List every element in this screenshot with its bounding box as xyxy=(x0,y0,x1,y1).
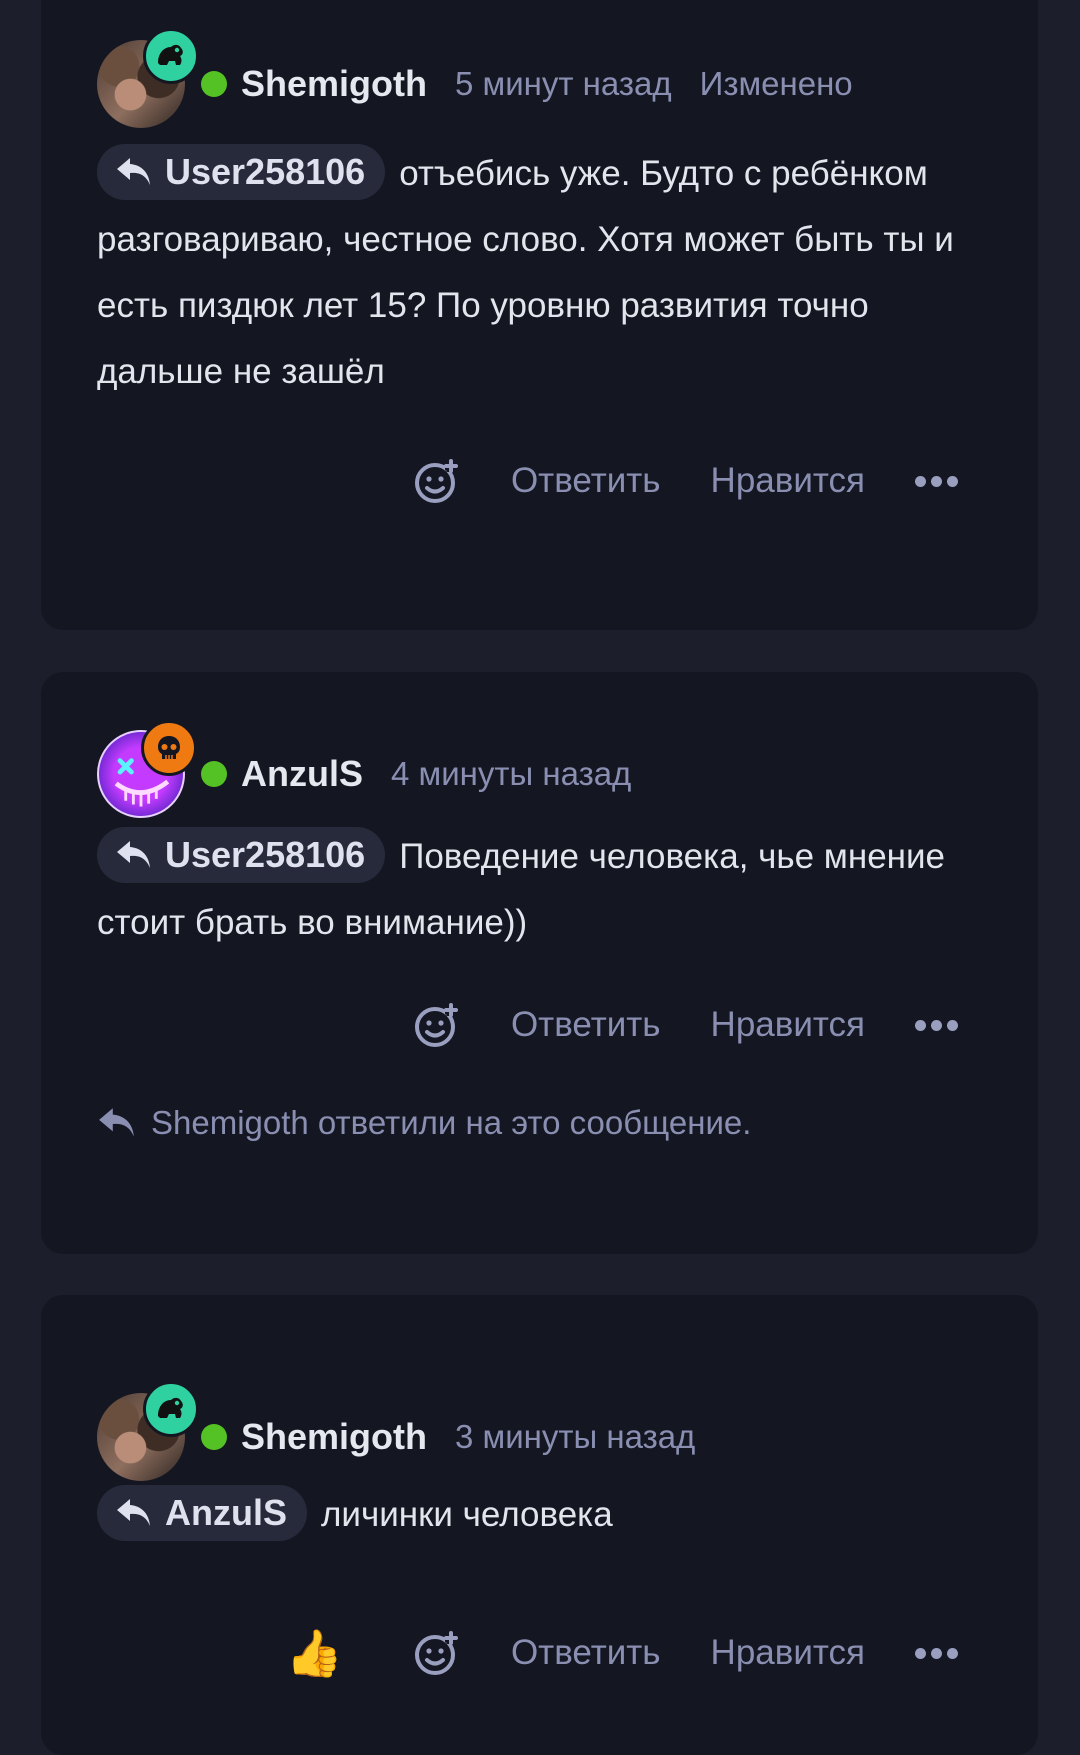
frog-badge-icon xyxy=(143,28,199,84)
comment-card: Shemigoth 5 минут назад Изменено User258… xyxy=(41,0,1038,630)
more-dots-icon[interactable] xyxy=(915,475,958,487)
comment-actions: 👍 Ответить Нравится xyxy=(286,1623,958,1683)
edited-label: Изменено xyxy=(699,65,853,102)
replied-note[interactable]: Shemigoth ответили на это сообщение. xyxy=(97,1104,751,1142)
comment-header: Shemigoth 5 минут назад Изменено xyxy=(97,28,853,129)
comment-header: AnzulS 4 минуты назад xyxy=(97,720,632,819)
comment-header: Shemigoth 3 минуты назад xyxy=(97,1381,696,1482)
like-button[interactable]: Нравится xyxy=(711,1005,865,1045)
skull-badge-icon xyxy=(141,720,197,776)
add-reaction-icon[interactable] xyxy=(413,1001,461,1049)
reply-button[interactable]: Ответить xyxy=(511,461,661,501)
thumbs-up-icon[interactable]: 👍 xyxy=(286,1630,343,1676)
frog-badge-icon xyxy=(143,1381,199,1437)
reply-mention[interactable]: AnzulS xyxy=(97,1484,307,1541)
like-button[interactable]: Нравится xyxy=(711,461,865,501)
mention-username: User258106 xyxy=(165,150,366,192)
mention-username: AnzulS xyxy=(165,1491,287,1533)
avatar[interactable] xyxy=(97,720,197,818)
online-indicator xyxy=(201,761,227,787)
reply-arrow-icon xyxy=(99,1108,134,1137)
mention-username: User258106 xyxy=(165,833,366,875)
timestamp: 3 минуты назад xyxy=(455,1418,696,1455)
comment-actions: Ответить Нравится xyxy=(413,451,958,511)
comment-card: AnzulS 4 минуты назад User258106 Поведен… xyxy=(41,672,1038,1254)
add-reaction-icon[interactable] xyxy=(413,1629,461,1677)
online-indicator xyxy=(201,1424,227,1450)
comment-text: User258106 отъебись уже. Будто с ребёнко… xyxy=(97,141,968,405)
timestamp: 5 минут назад xyxy=(455,65,672,102)
like-button[interactable]: Нравится xyxy=(711,1633,865,1673)
reply-arrow-icon xyxy=(117,1498,150,1526)
comment-actions: Ответить Нравится xyxy=(413,995,958,1055)
add-reaction-icon[interactable] xyxy=(413,457,461,505)
avatar[interactable] xyxy=(97,1381,199,1481)
timestamp: 4 минуты назад xyxy=(391,755,632,792)
more-dots-icon[interactable] xyxy=(915,1647,958,1659)
comment-text: User258106 Поведение человека, чье мнени… xyxy=(97,824,968,956)
reply-arrow-icon xyxy=(117,840,150,868)
comment-card: Shemigoth 3 минуты назад AnzulS личинки … xyxy=(41,1295,1038,1755)
reply-button[interactable]: Ответить xyxy=(511,1633,661,1673)
more-dots-icon[interactable] xyxy=(915,1019,958,1031)
comment-text: AnzulS личинки человека xyxy=(97,1482,968,1548)
author-name[interactable]: Shemigoth xyxy=(241,1416,427,1458)
online-indicator xyxy=(201,71,227,97)
reply-mention[interactable]: User258106 xyxy=(97,143,386,200)
avatar[interactable] xyxy=(97,28,199,128)
reply-mention[interactable]: User258106 xyxy=(97,826,386,883)
replied-note-text: Shemigoth ответили на это сообщение. xyxy=(151,1104,752,1141)
author-name[interactable]: Shemigoth xyxy=(241,63,427,105)
reply-button[interactable]: Ответить xyxy=(511,1005,661,1045)
author-name[interactable]: AnzulS xyxy=(241,753,363,795)
comment-body: личинки человека xyxy=(321,1495,613,1534)
reply-arrow-icon xyxy=(117,157,150,185)
